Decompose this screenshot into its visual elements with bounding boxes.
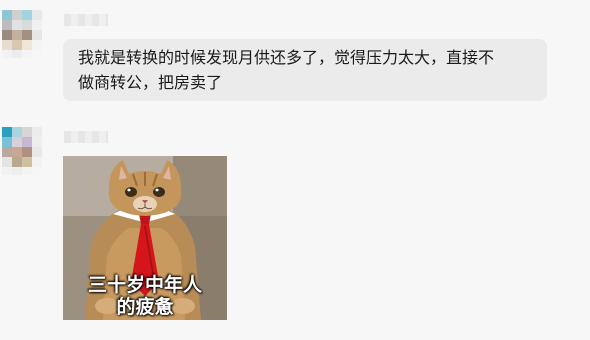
- message-text-line: 做商转公，把房卖了: [78, 73, 223, 92]
- chat-window: 我就是转换的时候发现月供还多了，觉得压力太大，直接不 做商转公，把房卖了 三十岁…: [0, 0, 590, 340]
- sender-avatar[interactable]: [2, 10, 42, 58]
- cat-in-suit-sticker[interactable]: 三十岁中年人 的疲惫: [63, 156, 227, 320]
- sticker-caption-line: 的疲惫: [116, 296, 174, 318]
- message-bubble[interactable]: 我就是转换的时候发现月供还多了，觉得压力太大，直接不 做商转公，把房卖了: [63, 39, 547, 101]
- sticker-caption-line: 三十岁中年人: [87, 274, 202, 296]
- message-text-line: 我就是转换的时候发现月供还多了，觉得压力太大，直接不: [78, 48, 495, 67]
- sender-name-blurred: [64, 131, 108, 143]
- sender-avatar[interactable]: [2, 127, 42, 175]
- sender-name-blurred: [64, 14, 108, 26]
